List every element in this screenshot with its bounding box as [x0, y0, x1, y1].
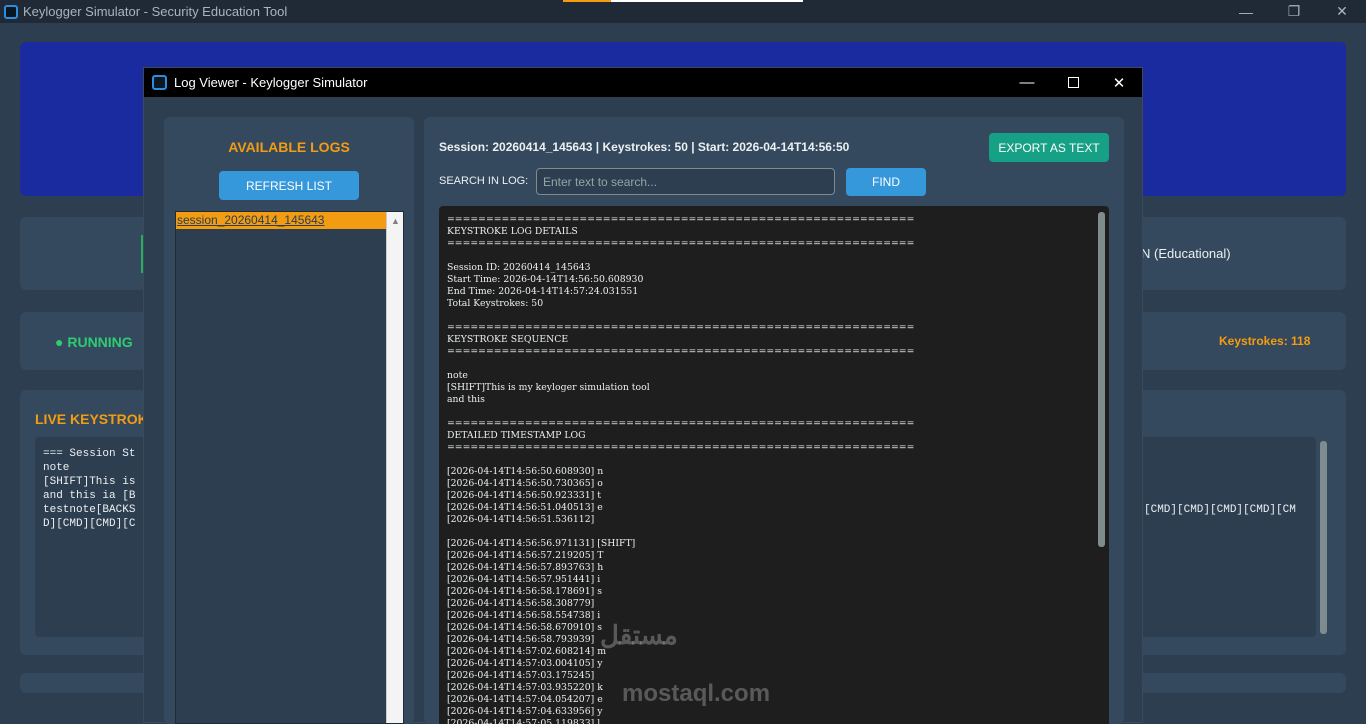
main-restore-button[interactable]: ❐	[1270, 0, 1318, 23]
log-list-item[interactable]: session_20260414_145643	[176, 212, 386, 229]
export-as-text-button[interactable]: EXPORT AS TEXT	[989, 133, 1109, 162]
refresh-list-button[interactable]: REFRESH LIST	[219, 171, 359, 200]
app-icon	[4, 4, 18, 19]
main-window-title: Keylogger Simulator - Security Education…	[23, 4, 288, 19]
log-viewer-dialog: Log Viewer - Keylogger Simulator — ✕ AVA…	[143, 67, 1143, 724]
keystroke-counter: Keystrokes: 118	[1219, 334, 1311, 348]
dialog-maximize-button[interactable]	[1050, 68, 1096, 97]
log-list-scrollbar[interactable]: ▲	[386, 212, 403, 723]
scroll-up-icon[interactable]: ▲	[387, 212, 404, 229]
search-label: SEARCH IN LOG:	[439, 175, 529, 187]
dialog-app-icon	[152, 75, 167, 90]
live-keystrokes-title: LIVE KEYSTROK	[35, 411, 148, 427]
dialog-title: Log Viewer - Keylogger Simulator	[174, 75, 368, 90]
main-title-bar: Keylogger Simulator - Security Education…	[0, 0, 1366, 23]
log-detail-panel: Session: 20260414_145643 | Keystrokes: 5…	[424, 117, 1124, 724]
available-logs-title: AVAILABLE LOGS	[228, 139, 350, 155]
main-close-button[interactable]: ✕	[1318, 0, 1366, 23]
log-scrollbar[interactable]	[1098, 212, 1105, 547]
status-running: ● RUNNING	[55, 334, 133, 350]
live-keystrokes-text: === Session St note [SHIFT]This is and t…	[43, 448, 136, 530]
dialog-title-bar: Log Viewer - Keylogger Simulator — ✕	[144, 68, 1142, 97]
find-button[interactable]: FIND	[846, 168, 926, 196]
log-content-text: ========================================…	[447, 214, 915, 724]
live-keystrokes-text-tail: [CMD][CMD][CMD][CMD][CM	[1144, 504, 1296, 516]
taskbar-highlight-accent	[563, 0, 611, 2]
main-minimize-button[interactable]: —	[1222, 0, 1270, 23]
dialog-close-button[interactable]: ✕	[1096, 68, 1142, 97]
live-scrollbar[interactable]	[1320, 441, 1327, 634]
available-logs-panel: AVAILABLE LOGS REFRESH LIST session_2026…	[164, 117, 414, 724]
log-list[interactable]: session_20260414_145643 ▲	[175, 211, 404, 724]
taskbar-highlight	[611, 0, 803, 2]
session-info: Session: 20260414_145643 | Keystrokes: 5…	[439, 140, 850, 154]
dialog-minimize-button[interactable]: —	[1004, 68, 1050, 97]
log-content-box[interactable]: ========================================…	[439, 206, 1109, 724]
search-input[interactable]	[536, 168, 835, 195]
mode-label: N (Educational)	[1141, 246, 1231, 261]
maximize-icon	[1067, 77, 1079, 88]
